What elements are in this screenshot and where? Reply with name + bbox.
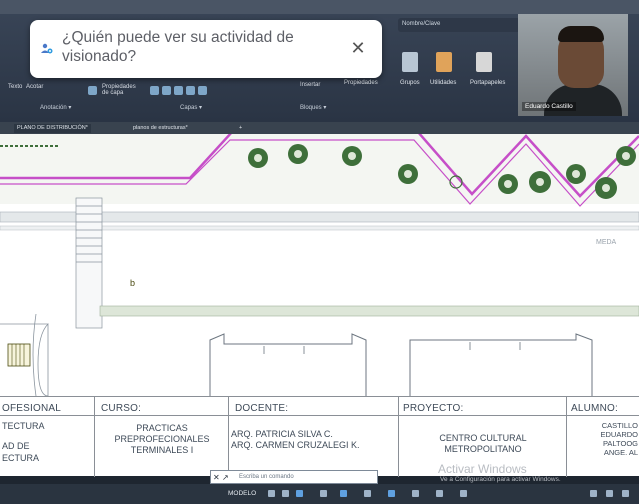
selection-cycling-icon[interactable] (388, 490, 395, 497)
ribbon-titlebar (0, 0, 639, 14)
close-icon[interactable]: ✕ (348, 38, 368, 58)
professional-heading: OFESIONAL (2, 403, 62, 414)
ortho-icon[interactable] (296, 490, 303, 497)
privacy-popup-text: ¿Quién puede ver su actividad de visiona… (62, 29, 294, 65)
teacher-heading: DOCENTE: (235, 403, 289, 414)
layer-lock-icon[interactable] (186, 86, 195, 95)
course-heading: CURSO: (101, 403, 142, 414)
curve-outline (32, 313, 37, 396)
activate-windows-watermark: Activar Windows (438, 462, 527, 476)
title-block-divider (0, 415, 639, 416)
status-bar: MODELO (0, 484, 639, 504)
activate-windows-subtext: Ve a Configuración para activar Windows. (440, 476, 561, 483)
course-line-2: PREPROFECIONALES (114, 434, 210, 444)
teacher-line-1: ARQ. PATRICIA SILVA C. (231, 429, 333, 439)
title-block: OFESIONAL TECTURA AD DE ECTURA CURSO: PR… (0, 396, 639, 477)
stair-structure (75, 197, 103, 329)
building-outline-1 (209, 333, 367, 396)
webcam-shirt (544, 84, 622, 116)
properties-label[interactable]: Propiedades (344, 80, 378, 86)
svg-text:↗: ↗ (222, 473, 229, 482)
layer-state-icon[interactable] (150, 86, 159, 95)
blocks-group-label[interactable]: Bloques ▾ (300, 104, 326, 111)
people-eye-icon (41, 43, 53, 54)
dimension-tool-label[interactable]: Acotar (26, 84, 43, 90)
title-block-student: ALUMNO: CASTILLO EDUARDO PALTOOG ANGE. A… (566, 397, 639, 477)
professional-line-3: AD DE (2, 441, 30, 451)
workspace-icon[interactable] (436, 490, 443, 497)
annotation-group-label[interactable]: Anotación ▾ (40, 104, 71, 111)
new-tab-button[interactable]: + (236, 124, 245, 133)
tab-plano-distribucion[interactable]: PLANO DE DISTRIBUCIÓN* (14, 124, 91, 133)
student-line-1: CASTILLO (601, 421, 638, 430)
drawing-canvas[interactable]: MEDA b (0, 134, 639, 396)
layer-match-icon[interactable] (198, 86, 207, 95)
gate-symbol (7, 343, 31, 367)
clipboard-icon[interactable] (476, 52, 492, 72)
snap-icon[interactable] (282, 490, 289, 497)
webcam-participant-name: Eduardo Castillo (522, 102, 576, 111)
grid-icon[interactable] (268, 490, 275, 497)
layer-properties-label[interactable]: Propiedades de capa (102, 84, 142, 96)
osnap-icon[interactable] (340, 490, 347, 497)
groups-icon[interactable] (402, 52, 418, 72)
clipboard-label[interactable]: Portapapeles (470, 80, 505, 86)
layer-tool-icon[interactable] (88, 86, 97, 95)
title-block-teacher: DOCENTE: ARQ. PATRICIA SILVA C. ARQ. CAR… (228, 397, 398, 477)
groups-label[interactable]: Grupos (400, 80, 420, 86)
tab-planos-estructuras[interactable]: planos de estructuras* (130, 124, 191, 133)
project-heading: PROYECTO: (403, 403, 464, 414)
title-block-professional: OFESIONAL TECTURA AD DE ECTURA (0, 397, 94, 477)
lineweight-icon[interactable] (364, 490, 371, 497)
professional-line-4: ECTURA (2, 453, 40, 463)
model-space-label[interactable]: MODELO (228, 490, 256, 497)
fullscreen-icon[interactable] (606, 490, 613, 497)
utilities-label[interactable]: Utilidades (430, 80, 456, 86)
building-outline-2 (409, 333, 593, 396)
svg-text:✕: ✕ (213, 473, 220, 482)
privacy-popup: ¿Quién puede ver su actividad de visiona… (30, 20, 382, 78)
grid-label: MEDA (596, 239, 617, 246)
customize-icon[interactable] (622, 490, 629, 497)
student-line-3: PALTOOG (602, 439, 638, 448)
green-band (99, 305, 639, 317)
command-line-icons[interactable]: ✕ ↗ (212, 472, 236, 482)
polar-icon[interactable] (320, 490, 327, 497)
project-line-2: METROPOLITANO (444, 444, 522, 454)
utilities-icon[interactable] (436, 52, 452, 72)
drawing-tab-bar: PLANO DE DISTRIBUCIÓN* planos de estruct… (0, 122, 639, 134)
teacher-line-2: ARQ. CARMEN CRUZALEGI K. (231, 440, 360, 450)
isolate-icon[interactable] (590, 490, 597, 497)
park-area (0, 134, 639, 204)
professional-line-1: TECTURA (2, 421, 45, 431)
project-line-1: CENTRO CULTURAL (439, 433, 527, 443)
title-block-course: CURSO: PRACTICAS PREPROFECIONALES TERMIN… (94, 397, 228, 477)
layers-group-label[interactable]: Capas ▾ (180, 104, 202, 111)
annotation-scale-icon[interactable] (412, 490, 419, 497)
student-line-2: EDUARDO (600, 430, 638, 439)
course-line-1: PRACTICAS (136, 423, 188, 433)
layer-freeze-icon[interactable] (174, 86, 183, 95)
drawing-label-b: b (130, 278, 135, 288)
course-line-3: TERMINALES I (130, 445, 194, 455)
ribbon-search-input[interactable]: Nombre/Clave (398, 18, 526, 32)
text-tool-label[interactable]: Texto (8, 84, 22, 90)
webcam-hair (558, 26, 604, 42)
insert-block-label[interactable]: Insertar (300, 82, 320, 88)
units-icon[interactable] (460, 490, 467, 497)
webcam-video-tile: Eduardo Castillo (518, 14, 628, 116)
student-heading: ALUMNO: (571, 403, 618, 414)
layer-off-icon[interactable] (162, 86, 171, 95)
student-line-4: ANGE. AL (603, 448, 638, 457)
